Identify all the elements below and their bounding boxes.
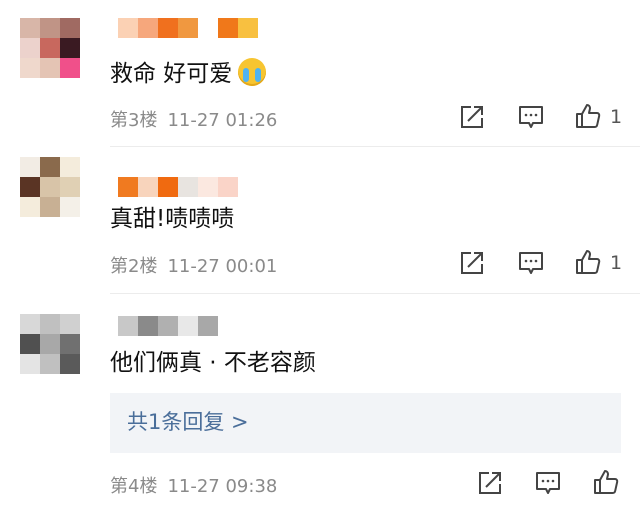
avatar-pixel [20, 157, 40, 177]
avatar-pixel [60, 334, 80, 354]
like-count: 1 [610, 106, 623, 128]
comment-item: 救命 好可爱 第3楼 11-27 01:26 1 [0, 0, 640, 146]
username-pixel [158, 177, 178, 197]
comment-text: 真甜!啧啧啧 [110, 204, 234, 234]
crying-face-icon [238, 58, 267, 86]
comment-icon[interactable] [517, 103, 545, 131]
username-pixel [178, 316, 198, 336]
username-pixel [198, 177, 218, 197]
avatar-pixel [60, 177, 80, 197]
replies-box[interactable]: 共1条回复 > [110, 393, 621, 453]
timestamp: 11-27 01:26 [167, 110, 278, 131]
avatar-pixel [60, 314, 80, 334]
avatar-pixel [20, 38, 40, 58]
username-pixel [218, 18, 238, 38]
thumbs-up-icon[interactable] [574, 248, 602, 276]
avatar-pixel [20, 314, 40, 334]
username-pixel [198, 18, 218, 38]
avatar-pixel [40, 177, 60, 197]
comment-meta: 第4楼 11-27 09:38 [110, 472, 277, 498]
avatar-pixel [60, 354, 80, 374]
thumbs-up-icon[interactable] [592, 468, 620, 496]
avatar-pixel [20, 197, 40, 217]
avatar[interactable] [20, 314, 80, 374]
floor-label: 第2楼 [110, 256, 158, 277]
avatar-pixel [60, 58, 80, 78]
comment-text: 他们俩真 · 不老容颜 [110, 348, 316, 378]
username-pixel [138, 316, 158, 336]
avatar-pixel [20, 58, 40, 78]
like-count: 1 [610, 252, 623, 274]
avatar-pixel [60, 18, 80, 38]
avatar-pixel [40, 334, 60, 354]
avatar-pixel [40, 354, 60, 374]
comment-text-content: 真甜!啧啧啧 [110, 206, 235, 232]
avatar-pixel [20, 334, 40, 354]
timestamp: 11-27 09:38 [167, 476, 278, 497]
comment-text: 救命 好可爱 [110, 58, 267, 89]
avatar-pixel [20, 354, 40, 374]
username-pixel [158, 18, 178, 38]
username-pixel [158, 316, 178, 336]
share-icon[interactable] [476, 469, 504, 497]
avatar-pixel [20, 18, 40, 38]
floor-label: 第4楼 [110, 476, 158, 497]
comment-meta: 第2楼 11-27 00:01 [110, 252, 277, 278]
username-pixel [118, 18, 138, 38]
comment-icon[interactable] [517, 249, 545, 277]
avatar[interactable] [20, 18, 80, 78]
avatar-pixel [20, 177, 40, 197]
timestamp: 11-27 00:01 [167, 256, 278, 277]
username-pixel [118, 316, 138, 336]
username-pixel [218, 177, 238, 197]
comment-text-content: 救命 好可爱 [110, 61, 233, 87]
username-pixel [118, 177, 138, 197]
share-icon[interactable] [458, 249, 486, 277]
username-pixel [178, 177, 198, 197]
thumbs-up-icon[interactable] [574, 102, 602, 130]
username-pixel [138, 18, 158, 38]
avatar-pixel [40, 197, 60, 217]
floor-label: 第3楼 [110, 110, 158, 131]
username-pixel [138, 177, 158, 197]
share-icon[interactable] [458, 103, 486, 131]
username-pixel [178, 18, 198, 38]
avatar-pixel [40, 38, 60, 58]
avatar-pixel [40, 58, 60, 78]
view-replies-link[interactable]: 共1条回复 > [127, 408, 249, 436]
comment-item: 真甜!啧啧啧 第2楼 11-27 00:01 1 [0, 147, 640, 293]
avatar-pixel [60, 197, 80, 217]
avatar-pixel [40, 314, 60, 334]
comment-icon[interactable] [534, 469, 562, 497]
username-pixel [198, 316, 218, 336]
avatar-pixel [40, 18, 60, 38]
comment-item: 他们俩真 · 不老容颜 共1条回复 > 第4楼 11-27 09:38 [0, 294, 640, 519]
avatar-pixel [60, 38, 80, 58]
comment-text-content: 他们俩真 · 不老容颜 [110, 350, 316, 376]
username-pixel [238, 18, 258, 38]
comment-meta: 第3楼 11-27 01:26 [110, 106, 277, 132]
avatar[interactable] [20, 157, 80, 217]
avatar-pixel [40, 157, 60, 177]
avatar-pixel [60, 157, 80, 177]
